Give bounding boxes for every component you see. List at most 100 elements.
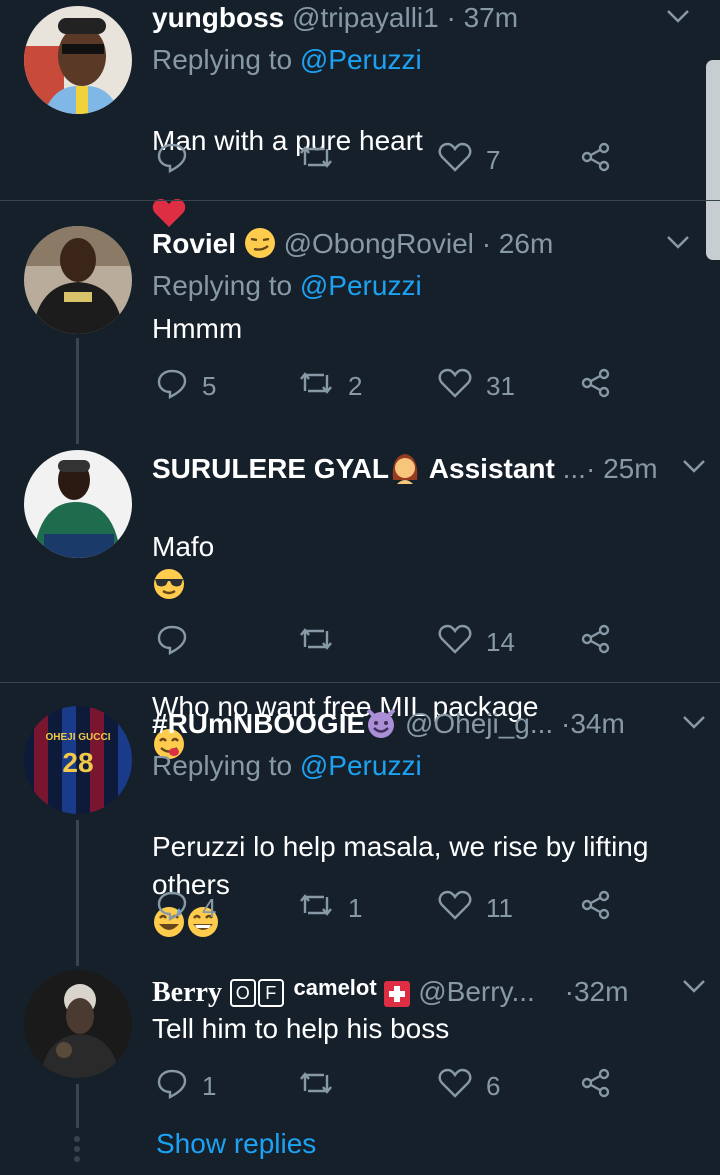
replying-prefix: Replying to: [152, 270, 293, 301]
tweet-header: SURULERE GYAL Assistant ...· 25m: [152, 450, 705, 486]
tweet-actions: 4 1 11: [152, 888, 622, 928]
tweet-yungboss[interactable]: yungboss @tripayalli1 · 37m Replying to …: [0, 0, 720, 227]
display-name[interactable]: Roviel: [152, 228, 236, 259]
retweet-count: 1: [348, 892, 363, 923]
reply-button[interactable]: [156, 140, 202, 180]
timestamp[interactable]: 25m: [603, 453, 657, 484]
separator: ·: [481, 228, 492, 259]
avatar[interactable]: [24, 6, 132, 114]
mention-link[interactable]: @Peruzzi: [300, 44, 422, 75]
replying-to: Replying to @Peruzzi: [152, 40, 700, 80]
handle[interactable]: @tripayalli1: [292, 2, 439, 33]
swiss-flag-emoji: [384, 980, 411, 1016]
badge-f: F: [257, 979, 284, 1007]
heart-icon: [438, 1067, 486, 1106]
mention-link[interactable]: @Peruzzi: [300, 750, 422, 781]
chevron-down-icon[interactable]: [664, 228, 692, 265]
replying-to: Replying to @Peruzzi: [152, 746, 700, 786]
show-replies-link[interactable]: Show replies: [156, 1128, 316, 1160]
like-count: 31: [486, 370, 515, 401]
heart-icon: [438, 623, 486, 662]
mention-link[interactable]: @Peruzzi: [300, 270, 422, 301]
display-name-suffix[interactable]: camelot: [294, 975, 377, 1000]
timestamp[interactable]: 32m: [574, 976, 628, 1007]
like-count: 7: [486, 144, 501, 175]
avatar[interactable]: [24, 226, 132, 334]
separator: ·: [446, 2, 456, 33]
display-name[interactable]: #RUmNBOOGIE: [152, 708, 365, 739]
tweet-text-line1: Mafo: [152, 531, 215, 562]
share-button[interactable]: [580, 366, 626, 406]
handle[interactable]: @ObongRoviel: [284, 228, 474, 259]
tweet-rumnboogie[interactable]: OHEJI GUCCI 28 #RUmNBOOGIE @Oheji_g... ·…: [0, 706, 720, 937]
timestamp[interactable]: 34m: [570, 708, 624, 739]
avatar[interactable]: OHEJI GUCCI 28: [24, 706, 132, 814]
heart-icon: [438, 889, 486, 928]
separator: ·: [585, 453, 596, 484]
chevron-down-icon[interactable]: [680, 452, 708, 489]
share-icon: [580, 889, 626, 928]
retweet-button[interactable]: [298, 1066, 348, 1106]
chevron-down-icon[interactable]: [680, 972, 708, 1009]
replying-prefix: Replying to: [152, 44, 293, 75]
reply-count: 4: [202, 892, 217, 923]
display-name-suffix[interactable]: Assistant: [429, 453, 555, 484]
share-button[interactable]: [580, 140, 626, 180]
smirk-emoji: [244, 227, 276, 268]
badge-o: O: [229, 979, 256, 1007]
tweet-text: Hmmm: [152, 313, 243, 344]
reply-icon: [156, 1067, 202, 1106]
share-icon: [580, 141, 626, 180]
display-name[interactable]: SURULERE GYAL: [152, 453, 389, 484]
retweet-icon: [298, 889, 348, 928]
retweet-button[interactable]: 1: [298, 888, 362, 928]
share-button[interactable]: [580, 888, 626, 928]
like-count: 14: [486, 626, 515, 657]
tweet-roviel[interactable]: Roviel @ObongRoviel · 26m Replying to @P…: [0, 226, 720, 426]
like-button[interactable]: 7: [438, 140, 500, 180]
like-count: 11: [486, 892, 513, 923]
reply-button[interactable]: [156, 622, 202, 662]
separator: ·: [564, 976, 574, 1007]
retweet-button[interactable]: [298, 140, 348, 180]
share-icon: [580, 367, 626, 406]
share-button[interactable]: [580, 622, 626, 662]
timestamp[interactable]: 26m: [499, 228, 553, 259]
separator: ·: [561, 708, 571, 739]
retweet-icon: [298, 367, 348, 406]
display-name[interactable]: yungboss: [152, 2, 284, 33]
avatar[interactable]: [24, 450, 132, 558]
share-button[interactable]: [580, 1066, 626, 1106]
chevron-down-icon[interactable]: [680, 708, 708, 745]
more-replies-dots: [74, 1136, 80, 1166]
retweet-button[interactable]: [298, 622, 348, 662]
sunglasses-emoji: [152, 568, 186, 610]
chevron-down-icon[interactable]: [664, 2, 692, 39]
like-button[interactable]: 14: [438, 622, 515, 662]
tweet-actions: 14: [152, 622, 622, 662]
tweet-header: yungboss @tripayalli1 · 37m: [152, 0, 700, 36]
tweet-berry[interactable]: Berry OF camelot @Berry... ·32m Tell him…: [0, 970, 720, 1120]
tweet-actions: 5 2 31: [152, 366, 622, 406]
timestamp[interactable]: 37m: [464, 2, 518, 33]
retweet-icon: [298, 1067, 348, 1106]
share-icon: [580, 1067, 626, 1106]
replying-prefix: Replying to: [152, 750, 293, 781]
handle[interactable]: @Oheji_g...: [405, 708, 553, 739]
tweet-actions: 7: [152, 140, 622, 180]
reply-button[interactable]: 5: [156, 366, 216, 406]
reply-button[interactable]: 1: [156, 1066, 216, 1106]
display-name[interactable]: Berry: [152, 977, 222, 1008]
like-count: 6: [486, 1070, 501, 1101]
like-button[interactable]: 11: [438, 888, 513, 928]
avatar[interactable]: [24, 970, 132, 1078]
like-button[interactable]: 6: [438, 1066, 500, 1106]
handle[interactable]: @Berry...: [418, 976, 535, 1007]
retweet-button[interactable]: 2: [298, 366, 362, 406]
smiling-imp-emoji: [365, 707, 397, 748]
retweet-icon: [298, 141, 348, 180]
like-button[interactable]: 31: [438, 366, 515, 406]
reply-button[interactable]: 4: [156, 888, 216, 928]
reply-icon: [156, 623, 202, 662]
tweet-surulere-gyal[interactable]: SURULERE GYAL Assistant ...· 25m Mafo Wh…: [0, 450, 720, 759]
